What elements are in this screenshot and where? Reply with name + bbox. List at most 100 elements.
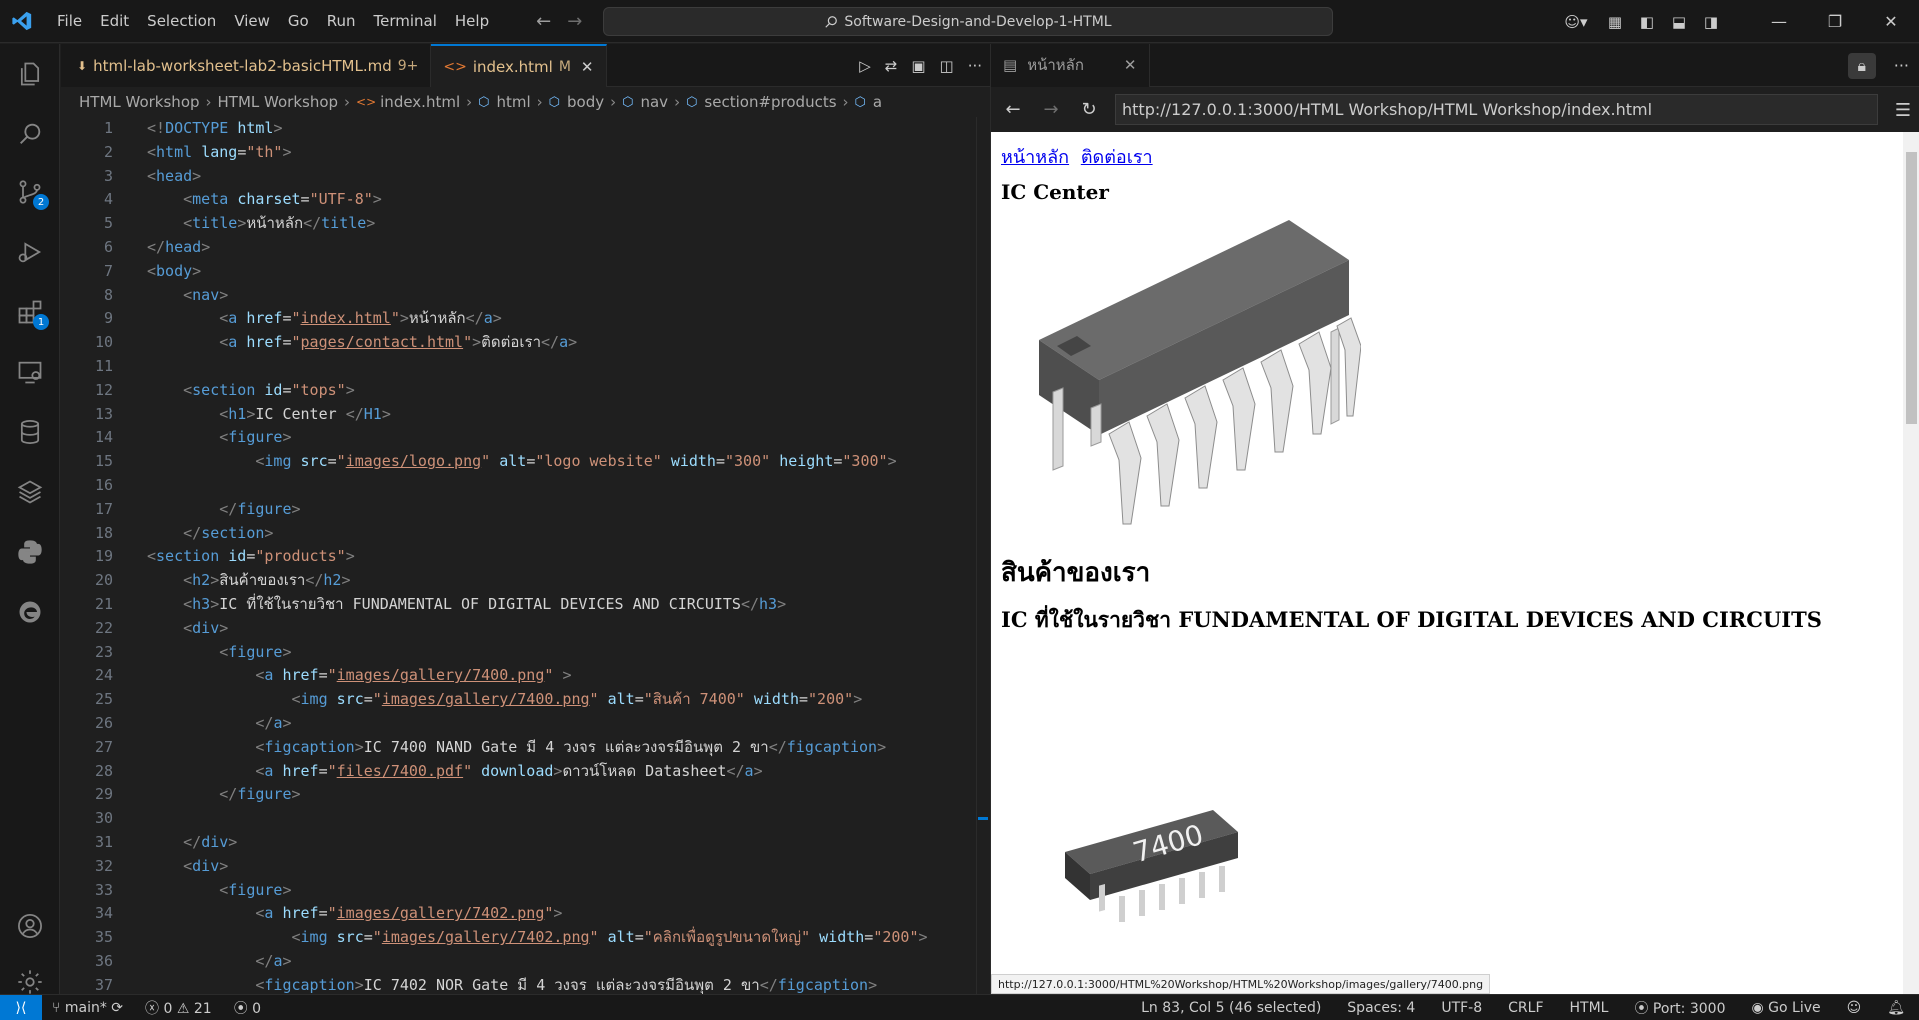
go-live-button[interactable]: ◉ Go Live <box>1751 1000 1820 1016</box>
minimize-icon[interactable]: — <box>1751 12 1807 31</box>
layers-icon[interactable] <box>0 468 60 516</box>
layout-customize-icon[interactable]: ▦ <box>1599 13 1631 31</box>
ports-item[interactable]: ⦿ 0 <box>234 998 261 1018</box>
menu-edit[interactable]: Edit <box>91 8 138 34</box>
menu-terminal[interactable]: Terminal <box>365 8 446 34</box>
language-mode[interactable]: HTML <box>1570 1000 1609 1016</box>
contact-link[interactable]: ติดต่อเรา <box>1081 147 1153 168</box>
search-icon[interactable] <box>0 110 60 158</box>
notifications-bell-icon[interactable]: 🔔︎ <box>1887 1000 1905 1016</box>
code-line[interactable]: 7 <body> <box>61 260 990 284</box>
code-line[interactable]: 5 <title>หน้าหลัก</title> <box>61 212 990 236</box>
code-line[interactable]: 36 </a> <box>61 950 990 974</box>
more-actions-icon[interactable]: ··· <box>968 57 982 75</box>
live-server-port[interactable]: ⦿ Port: 3000 <box>1634 998 1725 1018</box>
tab-preview[interactable]: ▤ หน้าหลัก ✕ <box>991 43 1150 87</box>
split-editor-icon[interactable]: ◫ <box>940 57 954 75</box>
menu-view[interactable]: View <box>225 8 279 34</box>
breadcrumb-item[interactable]: index.html <box>380 93 460 111</box>
command-center-search[interactable]: Software-Design-and-Develop-1-HTML <box>603 7 1333 36</box>
compare-changes-icon[interactable]: ⇄ <box>885 57 898 75</box>
code-line[interactable]: 14 <figure> <box>61 426 990 450</box>
menu-selection[interactable]: Selection <box>138 8 225 34</box>
open-preview-icon[interactable]: ▣ <box>911 57 925 75</box>
code-editor[interactable]: 1 <!DOCTYPE html> 2 <html lang="th"> 3 <head>… <box>61 117 990 994</box>
breadcrumb-item[interactable]: html <box>496 93 530 111</box>
database-icon[interactable] <box>0 408 60 456</box>
python-icon[interactable] <box>0 528 60 576</box>
run-debug-icon[interactable] <box>0 228 60 276</box>
code-line[interactable]: 29 </figure> <box>61 783 990 807</box>
code-line[interactable]: 13 <h1>IC Center </H1> <box>61 403 990 427</box>
edge-icon[interactable] <box>0 588 60 636</box>
code-line[interactable]: 34 <a href="images/gallery/7402.png"> <box>61 902 990 926</box>
more-actions-icon[interactable]: ··· <box>1894 56 1909 75</box>
tab-markdown-worksheet[interactable]: ⬇ html-lab-worksheet-lab2-basicHTML.md 9… <box>61 44 432 87</box>
end-of-line[interactable]: CRLF <box>1508 1000 1543 1016</box>
code-line[interactable]: 19 <section id="products"> <box>61 545 990 569</box>
code-line[interactable]: 35 <img src="images/gallery/7402.png" al… <box>61 926 990 950</box>
code-line[interactable]: 15 <img src="images/logo.png" alt="logo … <box>61 450 990 474</box>
explorer-icon[interactable] <box>0 50 60 98</box>
url-input[interactable]: http://127.0.0.1:3000/HTML Workshop/HTML… <box>1115 94 1878 125</box>
code-line[interactable]: 31 </div> <box>61 831 990 855</box>
account-icon[interactable] <box>0 902 60 950</box>
branch-item[interactable]: ⑂ main* ⟳ <box>52 1000 123 1016</box>
copilot-status-icon[interactable]: ☺ <box>1847 1000 1862 1016</box>
cursor-position[interactable]: Ln 83, Col 5 (46 selected) <box>1141 1000 1321 1016</box>
code-line[interactable]: 22 <div> <box>61 617 990 641</box>
forward-arrow-icon[interactable]: → <box>1039 99 1063 120</box>
menu-help[interactable]: Help <box>446 8 498 34</box>
code-line[interactable]: 9 <a href="index.html">หน้าหลัก</a> <box>61 307 990 331</box>
back-arrow-icon[interactable]: ← <box>1001 99 1025 120</box>
ic-7400-image[interactable]: 7400 <box>1063 800 1283 960</box>
code-line[interactable]: 6 </head> <box>61 236 990 260</box>
breadcrumb-item[interactable]: body <box>567 93 604 111</box>
code-line[interactable]: 24 <a href="images/gallery/7400.png" > <box>61 664 990 688</box>
encoding[interactable]: UTF-8 <box>1441 1000 1482 1016</box>
lock-icon[interactable]: 🔒︎ <box>1847 52 1876 79</box>
code-line[interactable]: 27 <figcaption>IC 7400 NAND Gate มี 4 วง… <box>61 736 990 760</box>
home-link[interactable]: หน้าหลัก <box>1001 147 1069 168</box>
extensions-icon[interactable]: 1 <box>0 288 60 336</box>
page-scrollbar[interactable] <box>1903 132 1919 994</box>
copilot-icon[interactable]: ☺▾ <box>1553 13 1599 31</box>
run-icon[interactable]: ▷ <box>859 57 871 75</box>
hamburger-menu-icon[interactable]: ☰ <box>1895 100 1911 121</box>
code-line[interactable]: 20 <h2>สินค้าของเรา</h2> <box>61 569 990 593</box>
code-line[interactable]: 25 <img src="images/gallery/7400.png" al… <box>61 688 990 712</box>
toggle-secondary-sidebar-icon[interactable]: ◨ <box>1695 13 1727 31</box>
source-control-icon[interactable]: 2 <box>0 168 60 216</box>
code-line[interactable]: 4 <meta charset="UTF-8"> <box>61 188 990 212</box>
close-tab-icon[interactable]: ✕ <box>581 58 594 76</box>
code-line[interactable]: 28 <a href="files/7400.pdf" download>ดาว… <box>61 760 990 784</box>
code-line[interactable]: 3 <head> <box>61 165 990 189</box>
close-window-icon[interactable]: ✕ <box>1863 12 1919 31</box>
code-line[interactable]: 1 <!DOCTYPE html> <box>61 117 990 141</box>
code-line[interactable]: 21 <h3>IC ที่ใช้ในรายวิชา FUNDAMENTAL OF… <box>61 593 990 617</box>
code-line[interactable]: 8 <nav> <box>61 284 990 308</box>
code-line[interactable]: 23 <figure> <box>61 641 990 665</box>
breadcrumb-item[interactable]: a <box>873 93 882 111</box>
editor-scrollbar[interactable] <box>976 117 990 994</box>
code-line[interactable]: 16 <box>61 474 990 498</box>
code-line[interactable]: 17 </figure> <box>61 498 990 522</box>
code-line[interactable]: 18 </section> <box>61 522 990 546</box>
code-line[interactable]: 33 <figure> <box>61 879 990 903</box>
problems-item[interactable]: ⓧ 0 ⚠ 21 <box>145 998 212 1018</box>
code-line[interactable]: 12 <section id="tops"> <box>61 379 990 403</box>
menu-go[interactable]: Go <box>279 8 318 34</box>
breadcrumb-item[interactable]: HTML Workshop <box>79 93 200 111</box>
code-line[interactable]: 26 </a> <box>61 712 990 736</box>
code-line[interactable]: 30 <box>61 807 990 831</box>
sync-icon[interactable]: ⟳ <box>111 1000 123 1016</box>
remote-explorer-icon[interactable] <box>0 348 60 396</box>
code-line[interactable]: 11 <box>61 355 990 379</box>
code-line[interactable]: 37 <figcaption>IC 7402 NOR Gate มี 4 วงจ… <box>61 974 990 994</box>
forward-arrow-icon[interactable]: → <box>567 11 582 32</box>
scrollbar-thumb[interactable] <box>1906 152 1917 424</box>
toggle-panel-icon[interactable]: ⬓ <box>1663 13 1695 31</box>
reload-icon[interactable]: ↻ <box>1077 99 1101 120</box>
breadcrumb-item[interactable]: HTML Workshop <box>218 93 339 111</box>
restore-icon[interactable]: ❐ <box>1807 12 1863 31</box>
